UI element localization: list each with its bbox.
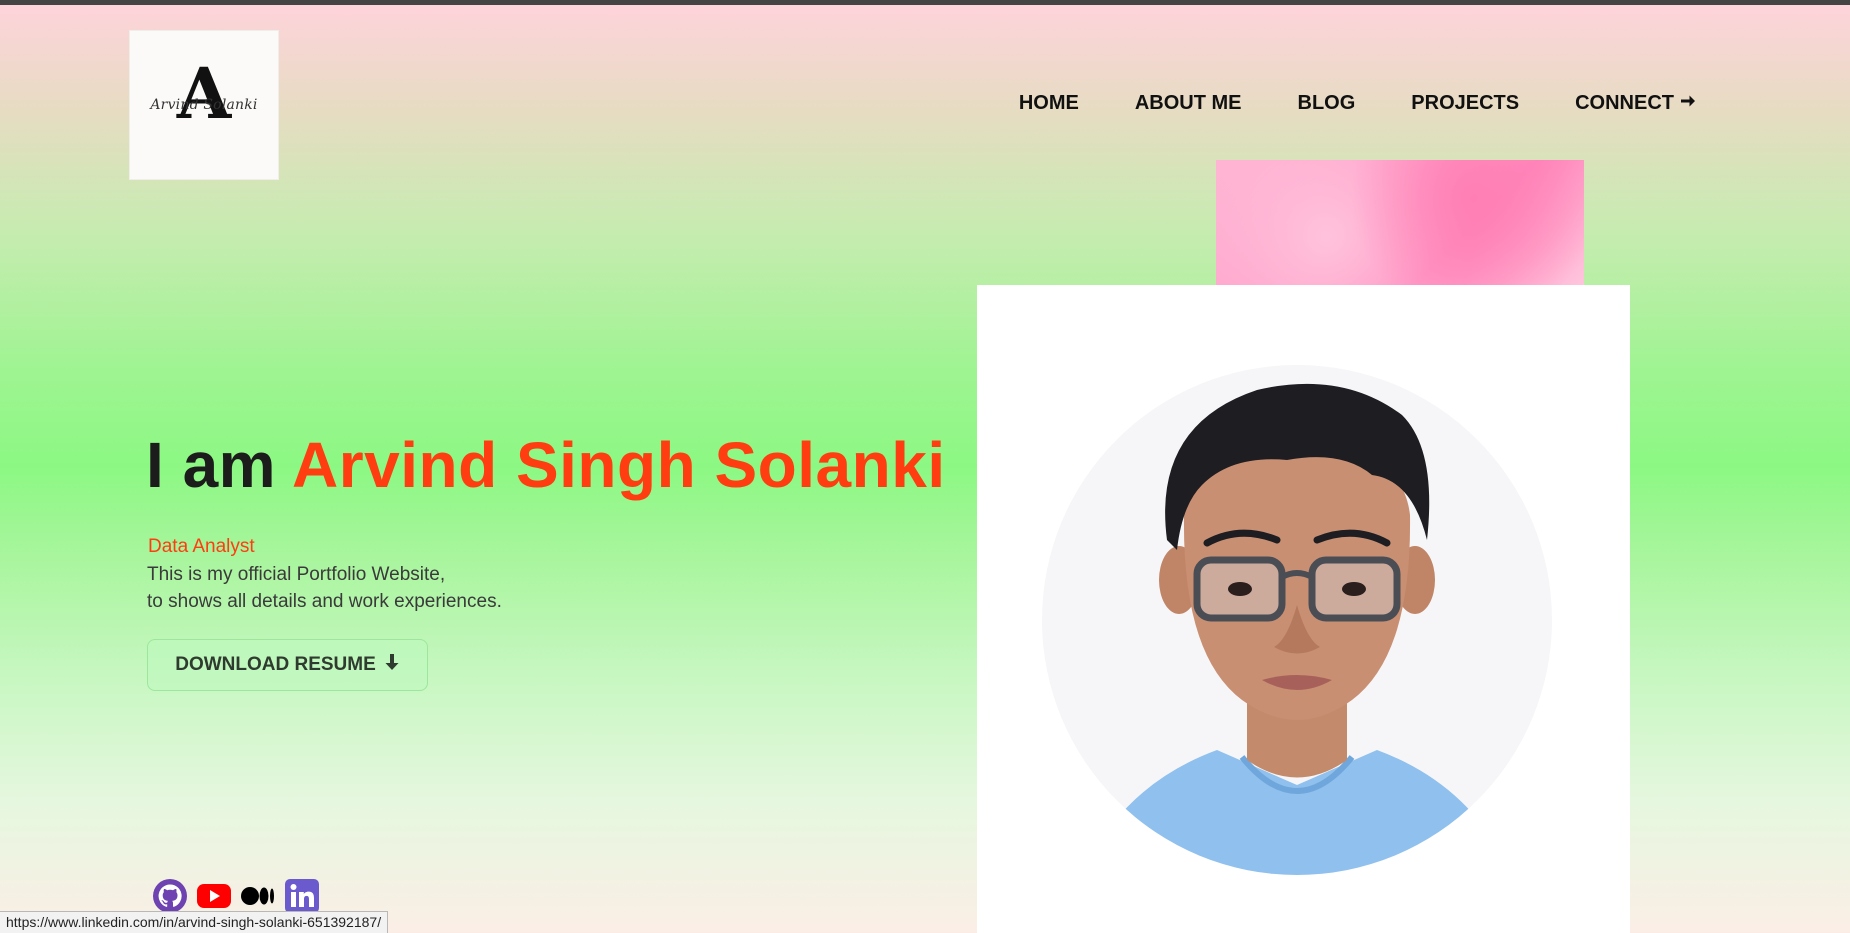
headline-prefix: I am	[146, 429, 277, 501]
browser-status-url: https://www.linkedin.com/in/arvind-singh…	[0, 911, 389, 933]
medium-icon[interactable]	[240, 878, 276, 914]
nav-connect[interactable]: CONNECT	[1575, 92, 1696, 115]
nav-about-me[interactable]: ABOUT ME	[1135, 92, 1242, 115]
hero-description: This is my official Portfolio Website, t…	[147, 561, 502, 615]
social-links	[152, 878, 320, 914]
logo-name: Arvind Solanki	[150, 97, 258, 113]
profile-photo-card	[977, 285, 1630, 933]
linkedin-icon[interactable]	[284, 878, 320, 914]
nav-projects[interactable]: PROJECTS	[1411, 92, 1519, 115]
decorative-pink-block	[1216, 160, 1584, 288]
hero-role: Data Analyst	[148, 536, 255, 557]
hero-headline: I am Arvind Singh Solanki	[146, 428, 946, 502]
arrow-down-icon	[384, 653, 400, 677]
arrow-right-icon	[1680, 93, 1696, 114]
main-nav: HOME ABOUT ME BLOG PROJECTS CONNECT	[1019, 92, 1696, 115]
logo-letter: A	[176, 52, 232, 135]
description-line-1: This is my official Portfolio Website,	[147, 564, 446, 585]
window-top-border	[0, 0, 1850, 5]
profile-portrait	[1042, 365, 1552, 875]
download-resume-button[interactable]: DOWNLOAD RESUME	[147, 639, 428, 691]
description-line-2: to shows all details and work experience…	[147, 591, 502, 612]
youtube-icon[interactable]	[196, 878, 232, 914]
nav-blog[interactable]: BLOG	[1298, 92, 1356, 115]
download-resume-label: DOWNLOAD RESUME	[175, 654, 376, 675]
github-icon[interactable]	[152, 878, 188, 914]
headline-name: Arvind Singh Solanki	[291, 429, 946, 501]
nav-connect-label: CONNECT	[1575, 92, 1674, 114]
site-logo[interactable]: A Arvind Solanki	[129, 30, 279, 180]
nav-home[interactable]: HOME	[1019, 92, 1079, 115]
